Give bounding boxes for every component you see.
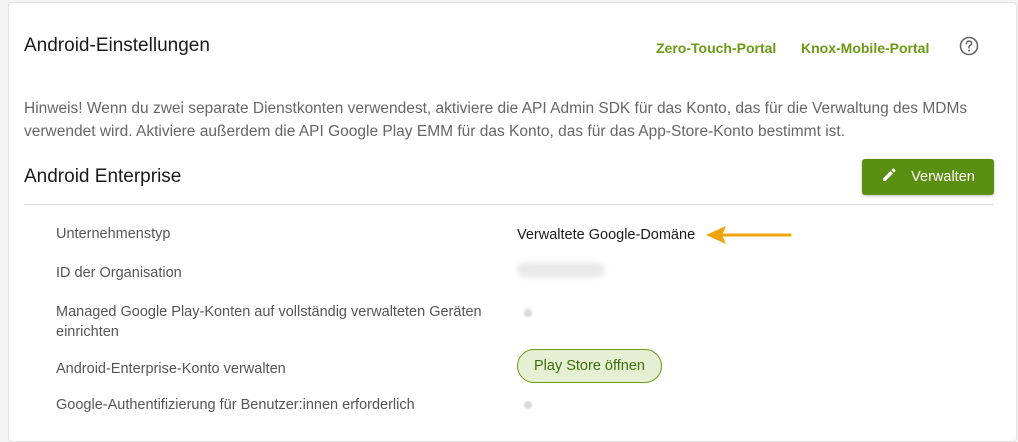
section-title: Android Enterprise <box>24 166 182 187</box>
zero-touch-portal-link[interactable]: Zero-Touch-Portal <box>656 40 776 56</box>
pencil-icon <box>881 167 897 187</box>
manage-button-label: Verwalten <box>911 169 975 185</box>
row-label-google-auth-required: Google-Authentifizierung für Benutzer:in… <box>56 397 415 413</box>
page-title: Android-Einstellungen <box>24 35 210 56</box>
manage-button[interactable]: Verwalten <box>862 159 994 195</box>
company-type-value: Verwaltete Google-Domäne <box>517 227 696 243</box>
row-label-manage-enterprise-account: Android-Enterprise-Konto verwalten <box>56 361 286 377</box>
row-label-company-type: Unternehmenstyp <box>56 226 171 242</box>
open-play-store-button[interactable]: Play Store öffnen <box>517 349 662 383</box>
organization-id-value-redacted <box>517 263 605 277</box>
knox-mobile-portal-link[interactable]: Knox-Mobile-Portal <box>801 40 929 56</box>
section-divider <box>24 204 994 205</box>
hint-text: Hinweis! Wenn du zwei separate Dienstkon… <box>24 100 968 140</box>
managed-play-accounts-value-redacted <box>524 309 532 317</box>
row-label-managed-play-accounts: Managed Google Play-Konten auf vollständ… <box>56 304 482 340</box>
annotation-arrow-icon <box>704 226 794 249</box>
row-label-organization-id: ID der Organisation <box>56 265 182 281</box>
question-circle-icon[interactable] <box>959 36 979 56</box>
google-auth-required-value-redacted <box>524 401 532 409</box>
